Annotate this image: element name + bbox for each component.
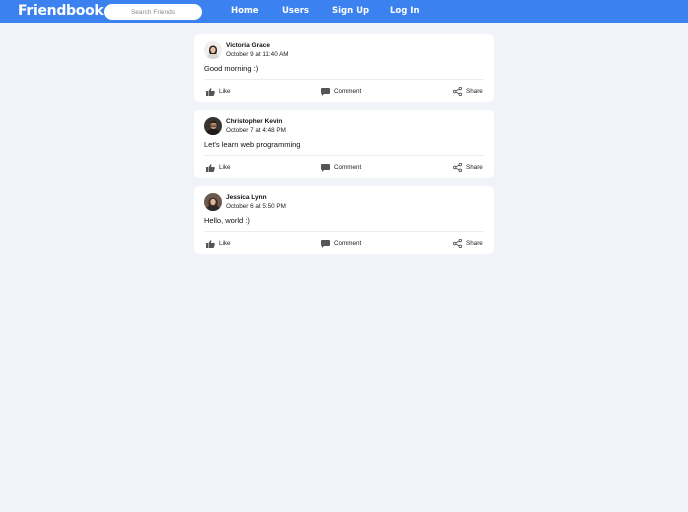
share-label: Share <box>466 88 483 95</box>
like-button[interactable]: Like <box>206 239 231 248</box>
share-button[interactable]: Share <box>453 87 483 96</box>
post-author[interactable]: Jessica Lynn <box>226 194 267 201</box>
thumbs-up-icon <box>206 163 215 172</box>
nav-log-in[interactable]: Log In <box>390 6 420 17</box>
share-button[interactable]: Share <box>453 163 483 172</box>
share-icon <box>453 163 462 172</box>
avatar[interactable] <box>204 193 222 211</box>
share-icon <box>453 87 462 96</box>
share-label: Share <box>466 164 483 171</box>
avatar[interactable] <box>204 117 222 135</box>
nav-sign-up[interactable]: Sign Up <box>332 6 369 17</box>
search-input[interactable] <box>104 4 202 20</box>
share-label: Share <box>466 240 483 247</box>
share-button[interactable]: Share <box>453 239 483 248</box>
like-button[interactable]: Like <box>206 163 231 172</box>
nav-home[interactable]: Home <box>231 6 259 17</box>
speech-bubble-icon <box>321 163 330 172</box>
post-content: Hello, world :) <box>204 216 250 225</box>
divider <box>204 155 484 156</box>
brand-logo[interactable]: Friendbook <box>18 3 104 20</box>
comment-label: Comment <box>334 164 362 171</box>
post-timestamp: October 6 at 5:50 PM <box>226 203 286 210</box>
thumbs-up-icon <box>206 87 215 96</box>
like-label: Like <box>219 164 231 171</box>
post-card: Jessica Lynn October 6 at 5:50 PM Hello,… <box>194 186 494 254</box>
post-content: Let's learn web programming <box>204 140 301 149</box>
comment-label: Comment <box>334 240 362 247</box>
like-button[interactable]: Like <box>206 87 231 96</box>
post-card: Christopher Kevin October 7 at 4:48 PM L… <box>194 110 494 178</box>
speech-bubble-icon <box>321 239 330 248</box>
speech-bubble-icon <box>321 87 330 96</box>
like-label: Like <box>219 240 231 247</box>
comment-label: Comment <box>334 88 362 95</box>
comment-button[interactable]: Comment <box>321 239 361 248</box>
post-card: Victoria Grace October 9 at 11:40 AM Goo… <box>194 34 494 102</box>
comment-button[interactable]: Comment <box>321 87 361 96</box>
thumbs-up-icon <box>206 239 215 248</box>
post-author[interactable]: Victoria Grace <box>226 42 270 49</box>
navbar: Friendbook Home Users Sign Up Log In <box>0 0 688 23</box>
divider <box>204 231 484 232</box>
post-timestamp: October 7 at 4:48 PM <box>226 127 286 134</box>
nav-users[interactable]: Users <box>282 6 309 17</box>
comment-button[interactable]: Comment <box>321 163 361 172</box>
share-icon <box>453 239 462 248</box>
post-timestamp: October 9 at 11:40 AM <box>226 51 289 58</box>
like-label: Like <box>219 88 231 95</box>
post-content: Good morning :) <box>204 64 259 73</box>
avatar[interactable] <box>204 41 222 59</box>
divider <box>204 79 484 80</box>
post-author[interactable]: Christopher Kevin <box>226 118 282 125</box>
